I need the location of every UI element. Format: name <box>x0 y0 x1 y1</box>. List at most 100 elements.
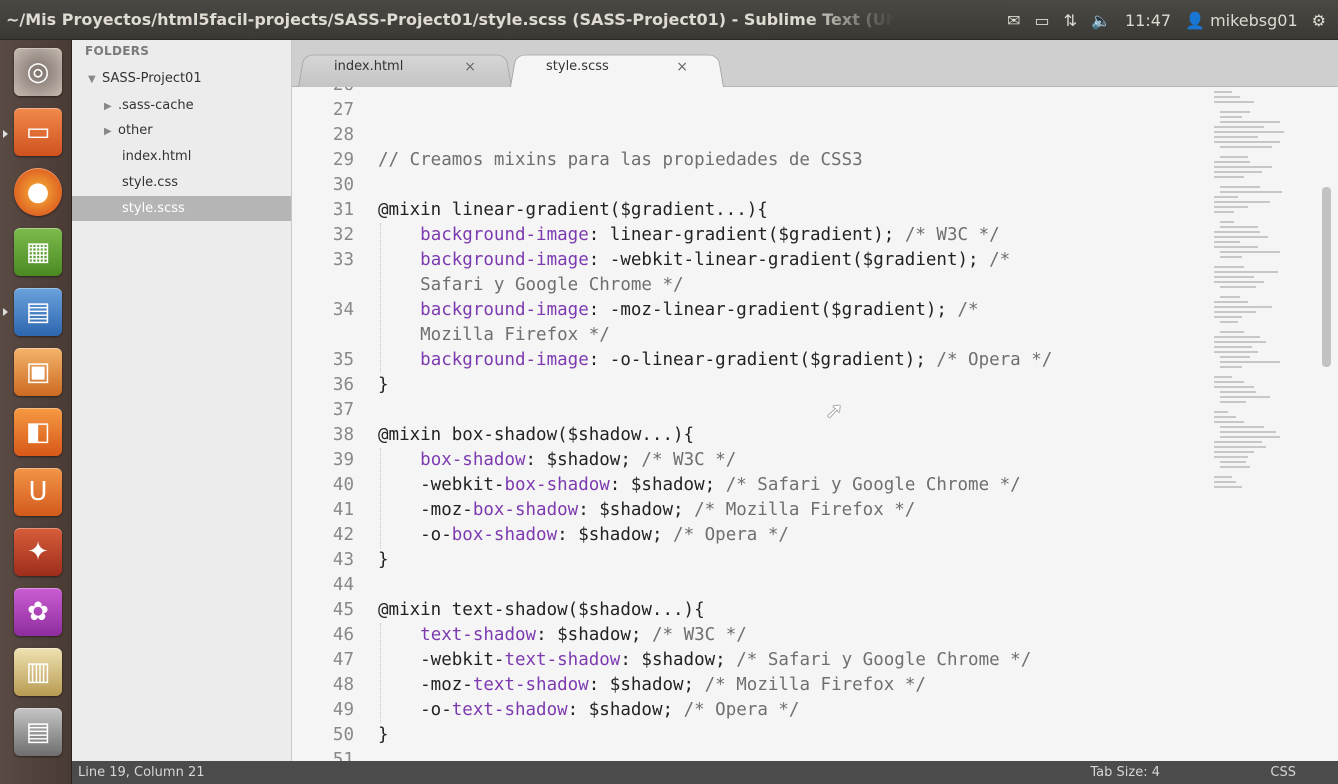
minimap-line <box>1220 366 1242 368</box>
sidebar-item-index-html[interactable]: index.html <box>72 144 291 169</box>
minimap-line <box>1220 191 1282 193</box>
code-line: -webkit-text-shadow: $shadow; /* Safari … <box>378 650 1032 670</box>
gear-icon[interactable]: ⚙ <box>1312 11 1326 30</box>
tab-size-selector[interactable]: Tab Size: 4 <box>1090 761 1160 784</box>
chevron-down-icon: ▼ <box>88 74 96 85</box>
code-line: } <box>378 725 389 745</box>
line-number: 43 <box>332 550 354 570</box>
trash-icon[interactable]: ▤ <box>14 708 62 756</box>
line-number-gutter: 26 27 28 29 30 31 32 33 34 35 36 37 38 39 40 41 42 43 44 45… <box>292 87 362 761</box>
code-line: -o-text-shadow: $shadow; /* Opera */ <box>378 700 800 720</box>
minimap-line <box>1220 321 1238 323</box>
sidebar-item-style-scss[interactable]: style.scss <box>72 196 291 221</box>
minimap-line <box>1220 331 1244 333</box>
minimap-line <box>1214 306 1272 308</box>
minimap-line <box>1214 101 1254 103</box>
tab-style-scss[interactable]: style.scss × <box>510 51 724 87</box>
code-line: @mixin linear-gradient($gradient...){ <box>378 200 768 220</box>
minimap-line <box>1214 336 1260 338</box>
game-icon[interactable]: ✿ <box>14 588 62 636</box>
sidebar-item-style-css[interactable]: style.css <box>72 170 291 195</box>
close-icon[interactable]: × <box>676 51 688 83</box>
line-number: 42 <box>332 525 354 545</box>
line-number: 48 <box>332 675 354 695</box>
close-icon[interactable]: × <box>464 51 476 83</box>
line-number: 50 <box>332 725 354 745</box>
impress-icon[interactable]: ▣ <box>14 348 62 396</box>
volume-icon[interactable]: 🔈 <box>1091 11 1111 30</box>
sidebar-item-other[interactable]: ▶ other <box>72 118 291 143</box>
minimap-line <box>1214 411 1228 413</box>
minimap-line <box>1220 116 1242 118</box>
running-indicator <box>3 130 8 138</box>
battery-icon[interactable]: ▭ <box>1035 11 1050 30</box>
sidebar: FOLDERS ▼ SASS-Project01 ▶ .sass-cache ▶ ot… <box>72 40 292 761</box>
launcher: ◎ ▭ ● ▦ ▤ ▣ ◧ U ✦ ✿ ▥ ▤ <box>0 40 72 784</box>
minimap-line <box>1214 196 1238 198</box>
code-line: box-shadow: $shadow; /* W3C */ <box>420 450 737 470</box>
minimap-line <box>1214 271 1278 273</box>
system-settings-icon[interactable]: ✦ <box>14 528 62 576</box>
tab-index-html[interactable]: index.html × <box>298 51 512 87</box>
minimap[interactable] <box>1214 87 1319 761</box>
minimap-line <box>1214 236 1268 238</box>
line-number: 30 <box>332 175 354 195</box>
window-title: ~/Mis Proyectos/html5facil-projects/SASS… <box>6 10 895 29</box>
minimap-line <box>1214 91 1232 93</box>
minimap-line <box>1220 221 1234 223</box>
minimap-line <box>1220 466 1250 468</box>
minimap-line <box>1220 121 1280 123</box>
network-icon[interactable]: ⇅ <box>1064 11 1077 30</box>
minimap-line <box>1214 441 1262 443</box>
clock[interactable]: 11:47 <box>1125 11 1171 30</box>
syntax-selector[interactable]: CSS <box>1270 761 1296 784</box>
line-number: 27 <box>332 100 354 120</box>
calc-icon[interactable]: ▦ <box>14 228 62 276</box>
user-menu[interactable]: 👤 mikebsg01 <box>1185 11 1298 30</box>
minimap-line <box>1214 481 1236 483</box>
line-number: 35 <box>332 350 354 370</box>
workspace-icon[interactable]: ▥ <box>14 648 62 696</box>
vertical-scrollbar[interactable] <box>1322 187 1331 367</box>
mail-icon[interactable]: ✉ <box>1007 11 1020 30</box>
minimap-line <box>1220 226 1258 228</box>
line-number: 32 <box>332 225 354 245</box>
line-number: 34 <box>332 300 354 320</box>
ubuntu-one-icon[interactable]: U <box>14 468 62 516</box>
ubuntu-dash-icon[interactable]: ◎ <box>14 48 62 96</box>
indent-guide <box>380 448 381 548</box>
code-line: background-image: -moz-linear-gradient($… <box>420 300 979 320</box>
minimap-line <box>1214 381 1244 383</box>
line-number: 44 <box>332 575 354 595</box>
minimap-line <box>1220 426 1264 428</box>
minimap-line <box>1214 161 1250 163</box>
software-center-icon[interactable]: ◧ <box>14 408 62 456</box>
code-line: } <box>378 375 389 395</box>
line-number: 41 <box>332 500 354 520</box>
code-editor[interactable]: 26 27 28 29 30 31 32 33 34 35 36 37 38 39 40 41 42 43 44 45… <box>292 87 1338 761</box>
sidebar-item-sass-cache[interactable]: ▶ .sass-cache <box>72 93 291 118</box>
firefox-icon[interactable]: ● <box>14 168 62 216</box>
sidebar-project[interactable]: ▼ SASS-Project01 <box>72 66 291 91</box>
line-number: 46 <box>332 625 354 645</box>
mouse-pointer-icon: ➚ <box>825 399 844 424</box>
chevron-right-icon: ▶ <box>104 101 112 112</box>
user-icon: 👤 <box>1185 10 1205 30</box>
line-number: 31 <box>332 200 354 220</box>
files-icon[interactable]: ▭ <box>14 108 62 156</box>
writer-icon[interactable]: ▤ <box>14 288 62 336</box>
minimap-line <box>1220 401 1246 403</box>
minimap-line <box>1214 266 1244 268</box>
minimap-line <box>1214 311 1256 313</box>
minimap-line <box>1220 156 1248 158</box>
folders-header: FOLDERS <box>85 44 150 58</box>
code-line: -moz-text-shadow: $shadow; /* Mozilla Fi… <box>378 675 926 695</box>
minimap-line <box>1220 296 1240 298</box>
minimap-line <box>1214 126 1264 128</box>
minimap-line <box>1220 431 1276 433</box>
minimap-line <box>1214 176 1244 178</box>
minimap-line <box>1214 96 1240 98</box>
code-line: -webkit-box-shadow: $shadow; /* Safari y… <box>378 475 1021 495</box>
line-number: 28 <box>332 125 354 145</box>
minimap-line <box>1220 186 1260 188</box>
